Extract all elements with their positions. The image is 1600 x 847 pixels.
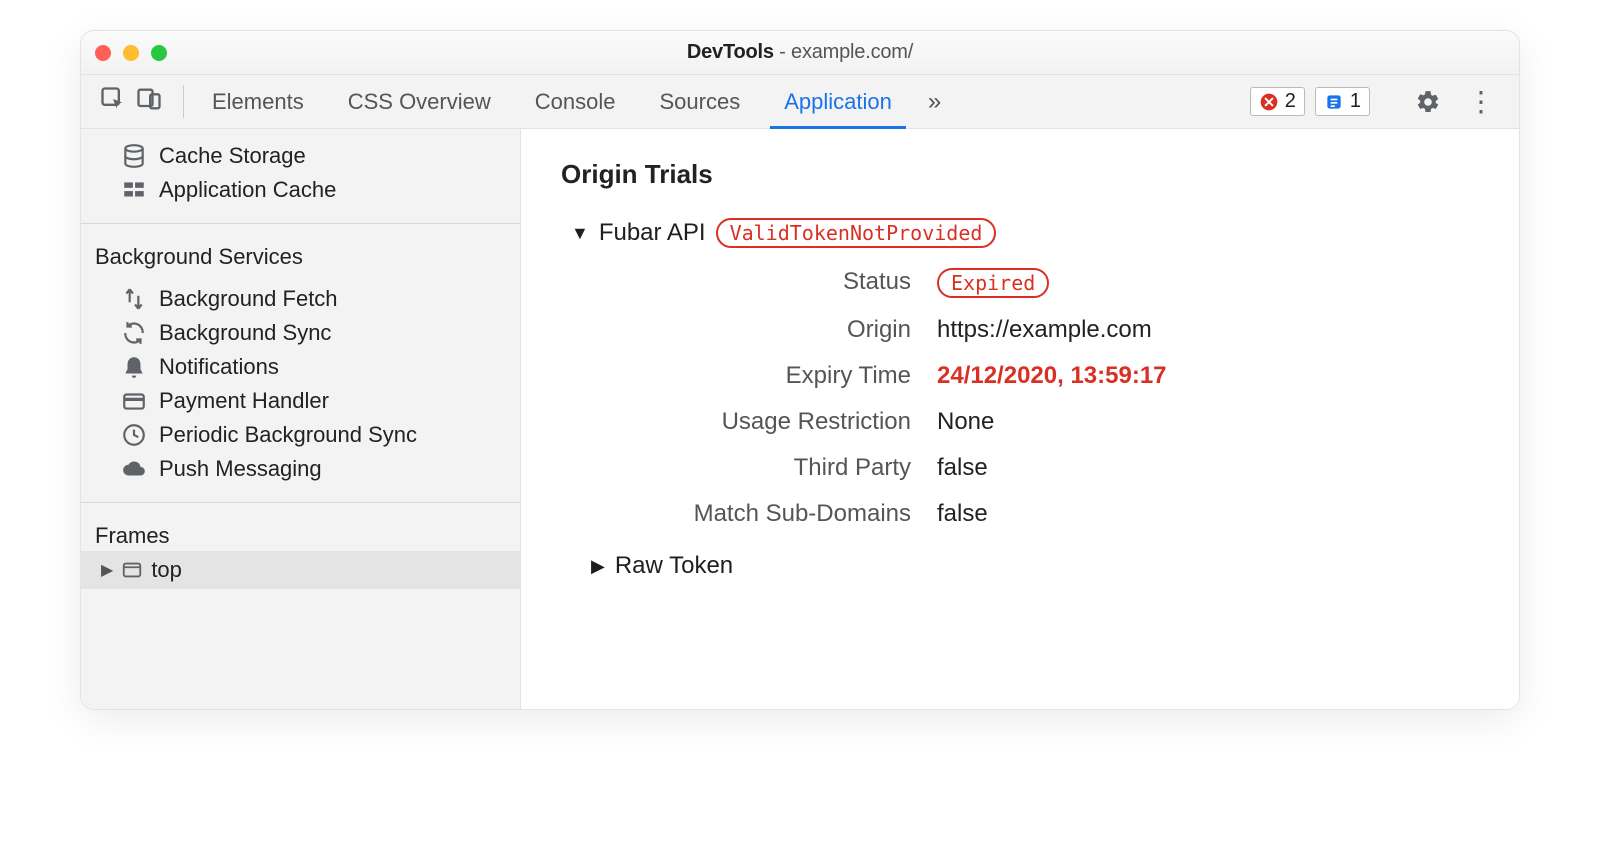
credit-card-icon xyxy=(121,388,147,414)
tab-console[interactable]: Console xyxy=(513,75,638,128)
tab-css-overview[interactable]: CSS Overview xyxy=(326,75,513,128)
value-expiry-time: 24/12/2020, 13:59:17 xyxy=(937,362,1479,390)
minimize-window-button[interactable] xyxy=(123,45,139,61)
sidebar-item-label: Periodic Background Sync xyxy=(159,422,417,448)
fetch-icon xyxy=(121,286,147,312)
tab-elements[interactable]: Elements xyxy=(190,75,326,128)
database-icon xyxy=(121,143,147,169)
application-sidebar: Cache Storage Application Cache Backgrou… xyxy=(81,129,521,709)
sidebar-item-periodic-background-sync[interactable]: Periodic Background Sync xyxy=(81,418,520,452)
sidebar-item-application-cache[interactable]: Application Cache xyxy=(81,173,520,207)
label-third-party: Third Party xyxy=(591,454,911,482)
value-status: Expired xyxy=(937,268,1479,298)
sidebar-section-frames: Frames xyxy=(81,509,520,551)
label-match-sub-domains: Match Sub-Domains xyxy=(591,500,911,528)
panel-tabs: Elements CSS Overview Console Sources Ap… xyxy=(190,75,1242,128)
page-url: example.com/ xyxy=(791,41,913,63)
device-toggle-icon[interactable] xyxy=(135,85,163,119)
sidebar-item-background-fetch[interactable]: Background Fetch xyxy=(81,282,520,316)
sidebar-item-label: Payment Handler xyxy=(159,388,329,414)
frame-label: top xyxy=(151,557,182,583)
sidebar-item-label: Background Sync xyxy=(159,320,331,346)
section-heading-origin-trials: Origin Trials xyxy=(561,159,1479,190)
sidebar-item-label: Cache Storage xyxy=(159,143,306,169)
application-panel-content: Origin Trials ▼ Fubar API ValidTokenNotP… xyxy=(521,129,1519,709)
sidebar-item-background-sync[interactable]: Background Sync xyxy=(81,316,520,350)
tab-application[interactable]: Application xyxy=(762,75,914,128)
value-match-sub-domains: false xyxy=(937,500,1479,528)
sidebar-item-cache-storage[interactable]: Cache Storage xyxy=(81,139,520,173)
disclosure-triangle-icon: ▶ xyxy=(591,556,605,577)
window: DevTools - example.com/ Elements CSS Ove… xyxy=(80,30,1520,710)
token-status-badge: ValidTokenNotProvided xyxy=(716,218,997,248)
label-expiry-time: Expiry Time xyxy=(591,362,911,390)
issues-badge[interactable]: 1 xyxy=(1315,87,1370,116)
errors-badge[interactable]: 2 xyxy=(1250,87,1305,116)
sidebar-item-frame-top[interactable]: ▶ top xyxy=(81,551,520,589)
status-badge: Expired xyxy=(937,268,1049,298)
sidebar-item-label: Notifications xyxy=(159,354,279,380)
issues-count: 1 xyxy=(1350,90,1361,113)
cloud-icon xyxy=(121,456,147,482)
gear-icon xyxy=(1415,89,1441,115)
close-window-button[interactable] xyxy=(95,45,111,61)
window-title: DevTools - example.com/ xyxy=(81,41,1519,64)
sidebar-item-payment-handler[interactable]: Payment Handler xyxy=(81,384,520,418)
raw-token-label: Raw Token xyxy=(615,552,733,580)
sidebar-item-push-messaging[interactable]: Push Messaging xyxy=(81,452,520,486)
zoom-window-button[interactable] xyxy=(151,45,167,61)
kebab-menu-button[interactable]: ⋮ xyxy=(1459,85,1503,118)
devtools-toolbar: Elements CSS Overview Console Sources Ap… xyxy=(81,75,1519,129)
label-usage-restriction: Usage Restriction xyxy=(591,408,911,436)
clock-icon xyxy=(121,422,147,448)
value-third-party: false xyxy=(937,454,1479,482)
titlebar: DevTools - example.com/ xyxy=(81,31,1519,75)
sync-icon xyxy=(121,320,147,346)
sidebar-section-background-services: Background Services xyxy=(81,230,520,272)
main-split: Cache Storage Application Cache Backgrou… xyxy=(81,129,1519,709)
tab-sources[interactable]: Sources xyxy=(637,75,762,128)
raw-token-row[interactable]: ▶ Raw Token xyxy=(561,552,1479,580)
sidebar-item-label: Background Fetch xyxy=(159,286,338,312)
sidebar-divider xyxy=(81,223,520,224)
more-tabs-button[interactable]: » xyxy=(914,75,955,128)
origin-trial-entry[interactable]: ▼ Fubar API ValidTokenNotProvided xyxy=(561,218,1479,248)
settings-button[interactable] xyxy=(1407,89,1449,115)
sidebar-item-label: Push Messaging xyxy=(159,456,322,482)
label-origin: Origin xyxy=(591,316,911,344)
value-usage-restriction: None xyxy=(937,408,1479,436)
label-status: Status xyxy=(591,268,911,298)
grid-icon xyxy=(121,177,147,203)
origin-trial-details: Status Expired Origin https://example.co… xyxy=(561,268,1479,528)
sidebar-item-label: Application Cache xyxy=(159,177,336,203)
inspect-element-icon[interactable] xyxy=(99,85,127,119)
app-name: DevTools xyxy=(687,41,774,63)
disclosure-triangle-icon: ▼ xyxy=(571,223,589,244)
window-controls xyxy=(95,45,167,61)
sidebar-item-notifications[interactable]: Notifications xyxy=(81,350,520,384)
errors-count: 2 xyxy=(1285,90,1296,113)
value-origin: https://example.com xyxy=(937,316,1479,344)
disclosure-triangle-icon: ▶ xyxy=(101,560,113,580)
bell-icon xyxy=(121,354,147,380)
issue-icon xyxy=(1324,92,1344,112)
toolbar-divider xyxy=(183,85,184,118)
error-icon xyxy=(1259,92,1279,112)
frame-icon xyxy=(121,559,143,581)
origin-trial-name: Fubar API xyxy=(599,219,706,247)
sidebar-divider xyxy=(81,502,520,503)
